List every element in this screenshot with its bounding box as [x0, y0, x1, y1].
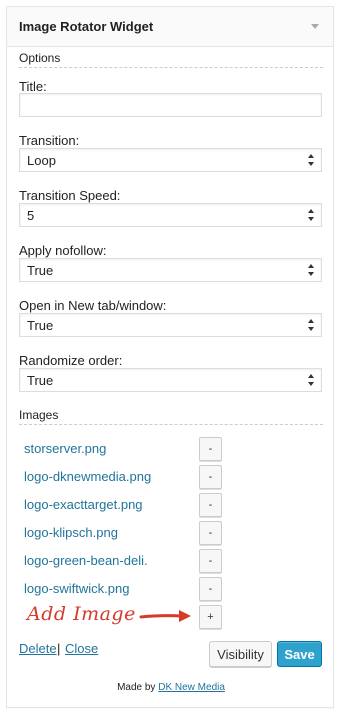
transition-select[interactable]: Loop: [19, 148, 322, 172]
images-heading: Images: [19, 408, 59, 422]
transition-value: Loop: [27, 153, 56, 168]
select-arrows-icon: [308, 319, 315, 331]
randomize-label: Randomize order:: [19, 353, 123, 368]
select-arrows-icon: [308, 264, 315, 276]
visibility-button[interactable]: Visibility: [209, 641, 272, 667]
widget-title: Image Rotator Widget: [19, 19, 154, 34]
add-image-button[interactable]: +: [199, 605, 222, 629]
remove-image-button[interactable]: -: [199, 465, 222, 489]
transition-speed-select[interactable]: 5: [19, 203, 322, 227]
image-item-link[interactable]: logo-dknewmedia.png: [24, 469, 151, 484]
image-item-link[interactable]: storserver.png: [24, 441, 106, 456]
title-input[interactable]: [19, 93, 322, 117]
images-divider: [19, 424, 323, 425]
options-divider: [19, 67, 323, 68]
transition-label: Transition:: [19, 133, 80, 148]
remove-image-button[interactable]: -: [199, 549, 222, 573]
randomize-value: True: [27, 373, 54, 388]
remove-image-button[interactable]: -: [199, 521, 222, 545]
add-image-annotation: Add Image: [27, 603, 136, 625]
image-item-link[interactable]: logo-swiftwick.png: [24, 581, 130, 596]
select-arrows-icon: [308, 209, 315, 221]
close-link[interactable]: Close: [65, 641, 98, 656]
made-by-credit: Made by DK New Media: [7, 682, 335, 693]
image-rotator-widget: Image Rotator Widget Options Title: Tran…: [6, 6, 334, 708]
delete-link[interactable]: Delete: [19, 641, 57, 656]
image-item-link[interactable]: logo-exacttarget.png: [24, 497, 143, 512]
image-item-link[interactable]: logo-klipsch.png: [24, 525, 118, 540]
widget-header[interactable]: Image Rotator Widget: [7, 7, 333, 47]
new-tab-value: True: [27, 318, 54, 333]
remove-image-button[interactable]: -: [199, 437, 222, 461]
remove-image-button[interactable]: -: [199, 493, 222, 517]
transition-speed-label: Transition Speed:: [19, 188, 121, 203]
new-tab-label: Open in New tab/window:: [19, 298, 167, 313]
title-label: Title:: [19, 79, 47, 94]
new-tab-select[interactable]: True: [19, 313, 322, 337]
options-heading: Options: [19, 51, 61, 65]
nofollow-value: True: [27, 263, 54, 278]
nofollow-select[interactable]: True: [19, 258, 322, 282]
nofollow-label: Apply nofollow:: [19, 243, 107, 258]
transition-speed-value: 5: [27, 208, 35, 223]
remove-image-button[interactable]: -: [199, 577, 222, 601]
red-arrow-icon: [139, 610, 191, 622]
select-arrows-icon: [308, 374, 315, 386]
link-separator: |: [57, 641, 61, 656]
save-button[interactable]: Save: [277, 641, 322, 667]
image-item-link[interactable]: logo-green-bean-deli.: [24, 553, 148, 568]
made-by-prefix: Made by: [117, 682, 156, 693]
dk-new-media-link[interactable]: DK New Media: [158, 682, 225, 693]
collapse-toggle-icon[interactable]: [311, 24, 319, 29]
randomize-select[interactable]: True: [19, 368, 322, 392]
select-arrows-icon: [308, 154, 315, 166]
